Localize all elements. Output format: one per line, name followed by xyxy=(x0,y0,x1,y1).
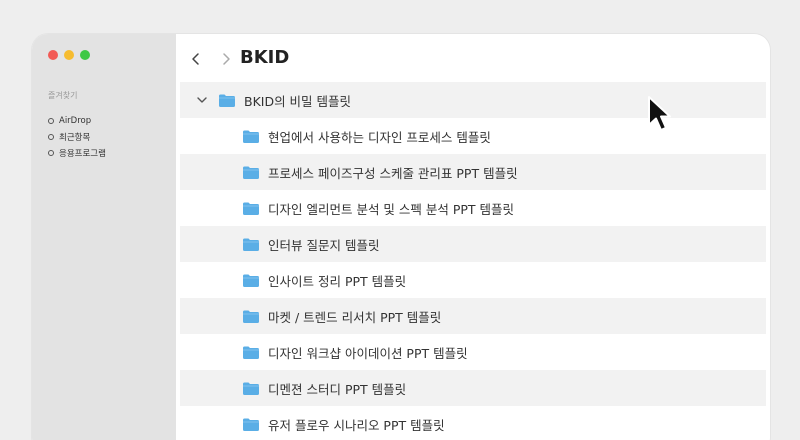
folder-row[interactable]: 디자인 엘리먼트 분석 및 스펙 분석 PPT 템플릿 xyxy=(180,190,766,226)
folder-icon xyxy=(243,418,259,431)
sidebar-item-recents[interactable]: 최근항목 xyxy=(48,129,106,145)
folder-icon xyxy=(243,382,259,395)
folder-row[interactable]: 프로세스 페이즈구성 스케줄 관리표 PPT 템플릿 xyxy=(180,154,766,190)
folder-list: BKID의 비밀 템플릿 현업에서 사용하는 디자인 프로세스 템플릿 프로세스… xyxy=(180,82,766,440)
folder-icon xyxy=(243,310,259,323)
circle-icon xyxy=(48,118,54,124)
folder-name: 디자인 워크샵 아이데이션 PPT 템플릿 xyxy=(268,345,468,361)
sidebar-item-label: AirDrop xyxy=(59,116,92,126)
favorites-heading: 즐겨찾기 xyxy=(48,91,78,100)
window-title: BKID xyxy=(240,47,290,68)
minimize-button[interactable] xyxy=(64,50,74,60)
folder-name: 프로세스 페이즈구성 스케줄 관리표 PPT 템플릿 xyxy=(268,165,518,181)
folder-name: 디멘젼 스터디 PPT 템플릿 xyxy=(268,381,407,397)
folder-icon xyxy=(243,346,259,359)
sidebar-item-label: 응용프로그램 xyxy=(59,149,106,159)
folder-icon xyxy=(243,274,259,287)
sidebar-item-airdrop[interactable]: AirDrop xyxy=(48,113,106,129)
folder-icon xyxy=(243,130,259,143)
folder-name: 현업에서 사용하는 디자인 프로세스 템플릿 xyxy=(268,129,491,145)
folder-name: BKID의 비밀 템플릿 xyxy=(244,93,352,109)
folder-row[interactable]: 인사이트 정리 PPT 템플릿 xyxy=(180,262,766,298)
folder-icon xyxy=(243,166,259,179)
sidebar: 즐겨찾기 AirDrop 최근항목 응용프로그램 xyxy=(32,34,176,440)
sidebar-item-label: 최근항목 xyxy=(59,133,91,143)
folder-name: 인터뷰 질문지 템플릿 xyxy=(268,237,380,253)
chevron-right-icon[interactable] xyxy=(220,52,232,66)
circle-icon xyxy=(48,134,54,140)
zoom-button[interactable] xyxy=(80,50,90,60)
mouse-cursor-icon xyxy=(648,96,671,131)
folder-row[interactable]: 디멘젼 스터디 PPT 템플릿 xyxy=(180,370,766,406)
folder-name: 인사이트 정리 PPT 템플릿 xyxy=(268,273,407,289)
main-pane: BKID BKID의 비밀 템플릿 현업에서 사용하는 디자인 프로세스 템플릿… xyxy=(176,34,770,440)
folder-name: 디자인 엘리먼트 분석 및 스펙 분석 PPT 템플릿 xyxy=(268,201,515,217)
folder-row-parent[interactable]: BKID의 비밀 템플릿 xyxy=(180,82,766,118)
folder-icon xyxy=(219,94,235,107)
close-button[interactable] xyxy=(48,50,58,60)
folder-row[interactable]: 인터뷰 질문지 템플릿 xyxy=(180,226,766,262)
folder-row[interactable]: 유저 플로우 시나리오 PPT 템플릿 xyxy=(180,406,766,440)
folder-name: 유저 플로우 시나리오 PPT 템플릿 xyxy=(268,417,445,433)
sidebar-item-applications[interactable]: 응용프로그램 xyxy=(48,145,106,161)
chevron-down-icon[interactable] xyxy=(196,95,208,105)
folder-row[interactable]: 마켓 / 트렌드 리서치 PPT 템플릿 xyxy=(180,298,766,334)
folder-icon xyxy=(243,202,259,215)
chevron-left-icon[interactable] xyxy=(190,52,202,66)
folder-row[interactable]: 디자인 워크샵 아이데이션 PPT 템플릿 xyxy=(180,334,766,370)
folder-row[interactable]: 현업에서 사용하는 디자인 프로세스 템플릿 xyxy=(180,118,766,154)
folder-name: 마켓 / 트렌드 리서치 PPT 템플릿 xyxy=(268,309,442,325)
toolbar: BKID xyxy=(176,34,770,82)
window-controls xyxy=(48,50,90,60)
circle-icon xyxy=(48,150,54,156)
favorites-list: AirDrop 최근항목 응용프로그램 xyxy=(48,113,106,161)
folder-icon xyxy=(243,238,259,251)
